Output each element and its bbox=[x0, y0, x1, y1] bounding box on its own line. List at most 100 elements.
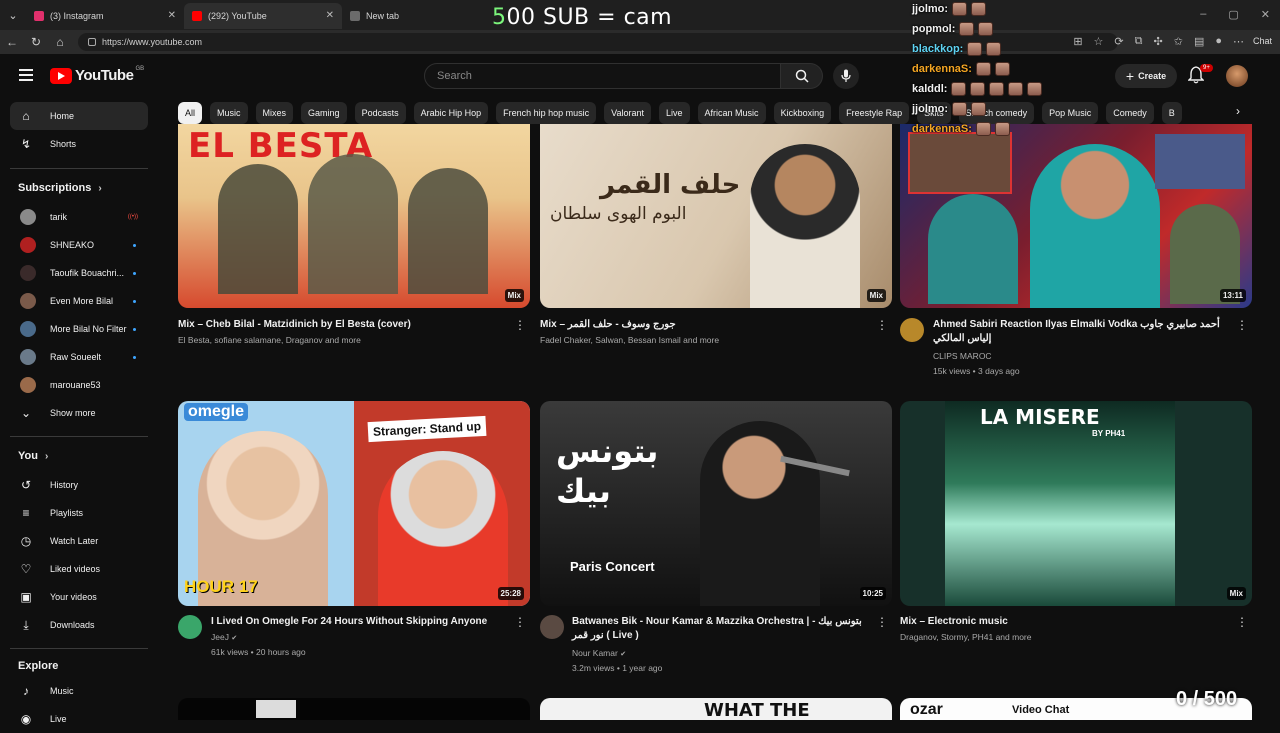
chip-all[interactable]: All bbox=[178, 102, 203, 124]
more-options-icon[interactable]: ⋮ bbox=[1236, 615, 1248, 629]
url-text[interactable]: https://www.youtube.com bbox=[102, 37, 202, 47]
video-title[interactable]: Batwanes Bik - Nour Kamar & Mazzika Orch… bbox=[572, 615, 872, 643]
home-browser-icon[interactable]: ⌂ bbox=[48, 35, 72, 49]
chip-live[interactable]: Live bbox=[659, 102, 690, 124]
video-thumbnail[interactable]: حلف القمر البوم الهوى سلطان Mix bbox=[540, 124, 892, 308]
create-button[interactable]: + Create bbox=[1115, 64, 1177, 88]
video-thumbnail[interactable]: WHAT THE bbox=[540, 698, 892, 720]
copilot-chat-button[interactable]: Chat bbox=[1253, 36, 1272, 46]
video-channels[interactable]: Fadel Chaker, Salwan, Bessan Ismail and … bbox=[540, 335, 719, 345]
video-channel[interactable]: CLIPS MAROC bbox=[933, 351, 992, 361]
chip-valorant[interactable]: Valorant bbox=[604, 102, 652, 124]
tab-search-dropdown-icon[interactable]: ⌄ bbox=[0, 0, 26, 30]
sidebar-item-marouane53[interactable]: marouane53 bbox=[10, 371, 148, 399]
sidebar-item-more-bilal[interactable]: More Bilal No Filter bbox=[10, 315, 148, 343]
search-input[interactable] bbox=[424, 63, 781, 89]
video-title[interactable]: Mix – Electronic music bbox=[900, 615, 1220, 629]
sidebar-item-shneako[interactable]: SHNEAKO bbox=[10, 231, 148, 259]
sidebar-item-your-videos[interactable]: ▣ Your videos bbox=[10, 583, 148, 611]
sidebar-item-playlists[interactable]: ≡ Playlists bbox=[10, 499, 148, 527]
chip-comedy[interactable]: Comedy bbox=[1106, 102, 1154, 124]
video-title[interactable]: Mix – Cheb Bilal - Matzidinich by El Bes… bbox=[178, 318, 498, 332]
collections-icon[interactable]: ▤ bbox=[1194, 35, 1204, 48]
close-window-icon[interactable]: ✕ bbox=[1261, 8, 1270, 21]
chip-french-hip-hop[interactable]: French hip hop music bbox=[496, 102, 597, 124]
video-thumbnail[interactable]: 13:11 bbox=[900, 124, 1252, 308]
more-options-icon[interactable]: ⋮ bbox=[514, 615, 526, 629]
sidebar-item-taoufik[interactable]: Taoufik Bouachri... bbox=[10, 259, 148, 287]
close-icon[interactable]: ✕ bbox=[326, 10, 334, 21]
more-options-icon[interactable]: ⋮ bbox=[876, 615, 888, 629]
profile-icon[interactable]: ● bbox=[1215, 35, 1222, 48]
video-channel[interactable]: JeeJ ✔ bbox=[211, 632, 237, 642]
chip-kickboxing[interactable]: Kickboxing bbox=[773, 102, 832, 124]
you-heading[interactable]: You › bbox=[18, 450, 48, 462]
chevron-right-icon[interactable]: › bbox=[1236, 104, 1240, 118]
sidebar-show-more[interactable]: ⌄ Show more bbox=[10, 399, 148, 427]
sidebar-item-watch-later[interactable]: ◷ Watch Later bbox=[10, 527, 148, 555]
channel-avatar[interactable] bbox=[178, 615, 202, 639]
split-screen-icon[interactable]: ⧉ bbox=[1135, 35, 1143, 48]
voice-search-button[interactable] bbox=[833, 63, 859, 89]
sidebar-item-liked-videos[interactable]: ♡ Liked videos bbox=[10, 555, 148, 583]
tab-new-tab[interactable]: New tab bbox=[342, 3, 500, 29]
video-channels[interactable]: El Besta, sofiane salamane, Draganov and… bbox=[178, 335, 361, 345]
chip-freestyle-rap[interactable]: Freestyle Rap bbox=[839, 102, 910, 124]
more-options-icon[interactable]: ⋮ bbox=[514, 318, 526, 332]
more-options-icon[interactable]: ⋮ bbox=[1236, 318, 1248, 332]
more-icon[interactable]: ⋯ bbox=[1233, 35, 1244, 48]
tab-youtube[interactable]: (292) YouTube ✕ bbox=[184, 3, 342, 29]
sidebar-item-live[interactable]: ◉ Live bbox=[10, 705, 148, 733]
favorite-star-icon[interactable]: ☆ bbox=[1094, 35, 1104, 48]
channel-name[interactable]: Nour Kamar bbox=[572, 648, 618, 658]
refresh-icon[interactable]: ⟳ bbox=[1114, 35, 1123, 48]
channel-name[interactable]: JeeJ bbox=[211, 632, 229, 642]
sidebar-item-home[interactable]: ⌂ Home bbox=[10, 102, 148, 130]
country-code: GB bbox=[135, 65, 145, 72]
chip-mixes[interactable]: Mixes bbox=[255, 102, 294, 124]
video-title[interactable]: Mix – جورج وسوف - حلف القمر bbox=[540, 318, 860, 332]
youtube-logo[interactable]: YouTube GB bbox=[50, 65, 145, 84]
video-thumbnail[interactable]: omegle Stranger: Stand up HOUR 17 25:28 bbox=[178, 401, 530, 606]
extensions-icon[interactable]: ✣ bbox=[1154, 35, 1163, 48]
thumbnail-figure bbox=[750, 144, 860, 308]
chip-more[interactable]: B bbox=[1161, 102, 1182, 124]
minimize-icon[interactable]: – bbox=[1200, 8, 1206, 21]
video-title[interactable]: Ahmed Sabiri Reaction Ilyas Elmalki Vodk… bbox=[933, 318, 1233, 346]
channel-avatar[interactable] bbox=[900, 318, 924, 342]
close-icon[interactable]: ✕ bbox=[168, 10, 176, 21]
video-thumbnail[interactable]: EL BESTA Mix bbox=[178, 124, 530, 308]
sidebar-item-tarik[interactable]: tarik ((•)) bbox=[10, 203, 148, 231]
sidebar-item-even-more-bilal[interactable]: Even More Bilal bbox=[10, 287, 148, 315]
sidebar-item-shorts[interactable]: ↯ Shorts bbox=[10, 130, 148, 158]
search-button[interactable] bbox=[781, 63, 823, 89]
back-icon[interactable]: ← bbox=[0, 35, 24, 49]
chip-arabic-hip-hop[interactable]: Arabic Hip Hop bbox=[413, 102, 489, 124]
video-title[interactable]: I Lived On Omegle For 24 Hours Without S… bbox=[211, 615, 511, 629]
chip-african-music[interactable]: African Music bbox=[697, 102, 766, 124]
chip-podcasts[interactable]: Podcasts bbox=[354, 102, 406, 124]
sidebar-item-music[interactable]: ♪ Music bbox=[10, 677, 148, 705]
more-options-icon[interactable]: ⋮ bbox=[876, 318, 888, 332]
chip-pop-music[interactable]: Pop Music bbox=[1042, 102, 1099, 124]
app-icon[interactable]: ⊞ bbox=[1073, 35, 1082, 48]
sidebar-item-downloads[interactable]: ⤓ Downloads bbox=[10, 611, 148, 639]
sidebar-item-history[interactable]: ↺ History bbox=[10, 471, 148, 499]
sidebar-item-raw-soueelt[interactable]: Raw Soueelt bbox=[10, 343, 148, 371]
video-channel[interactable]: Nour Kamar ✔ bbox=[572, 648, 626, 658]
favorites-icon[interactable]: ✩ bbox=[1174, 35, 1183, 48]
site-info-icon[interactable] bbox=[88, 38, 96, 46]
reload-icon[interactable]: ↻ bbox=[24, 35, 48, 49]
menu-icon[interactable] bbox=[19, 69, 33, 81]
channel-avatar[interactable] bbox=[540, 615, 564, 639]
video-channels[interactable]: Draganov, Stormy, PH41 and more bbox=[900, 632, 1032, 642]
maximize-icon[interactable]: ▢ bbox=[1228, 8, 1238, 21]
chip-music[interactable]: Music bbox=[210, 102, 248, 124]
account-avatar[interactable] bbox=[1226, 65, 1248, 87]
tab-instagram[interactable]: (3) Instagram ✕ bbox=[26, 3, 184, 29]
video-thumbnail[interactable] bbox=[178, 698, 530, 720]
video-thumbnail[interactable]: LA MISERE BY PH41 Mix bbox=[900, 401, 1252, 606]
chip-gaming[interactable]: Gaming bbox=[301, 102, 347, 124]
video-thumbnail[interactable]: بتونس بيك Paris Concert 10:25 bbox=[540, 401, 892, 606]
subscriptions-heading[interactable]: Subscriptions › bbox=[18, 182, 102, 194]
